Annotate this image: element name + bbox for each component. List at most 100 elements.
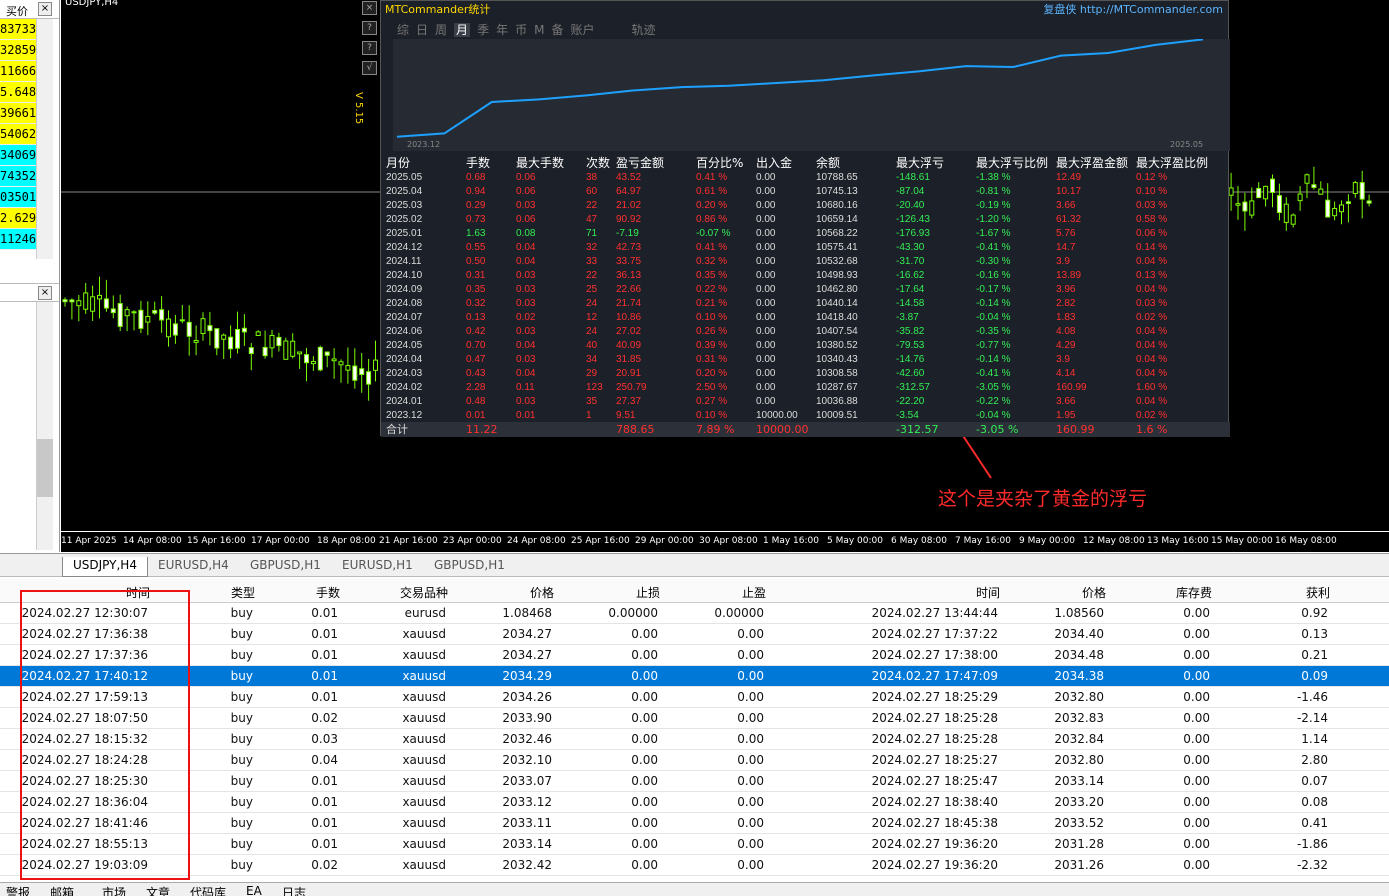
period-tab[interactable]: 年 — [496, 23, 508, 37]
stats-row[interactable]: 2025.05 0.68 0.06 38 43.52 0.41 % 0.00 10788.65… — [381, 171, 1230, 185]
terminal-tab[interactable]: 市场 — [102, 884, 126, 896]
stats-cell: 0.00 — [756, 382, 776, 393]
stats-row[interactable]: 2024.06 0.42 0.03 24 27.02 0.26 % 0.00 10407.54… — [381, 325, 1230, 339]
period-tab[interactable]: 周 — [435, 23, 447, 37]
stats-row[interactable]: 2025.04 0.94 0.06 60 64.97 0.61 % 0.00 10745.13… — [381, 185, 1230, 199]
navigator-scrollbar[interactable] — [36, 302, 53, 550]
close-icon[interactable]: × — [38, 286, 52, 300]
stats-row[interactable]: 2024.12 0.55 0.04 32 42.73 0.41 % 0.00 10575.41… — [381, 241, 1230, 255]
price-cell[interactable]: 2.629 — [0, 208, 36, 229]
price-cell[interactable]: 54062 — [0, 124, 36, 145]
stats-cell: 9.51 — [616, 410, 636, 421]
terminal-tab[interactable]: 文章 — [146, 884, 170, 896]
website-link[interactable]: 复盘侠 http://MTCommander.com — [1043, 1, 1223, 17]
stats-row[interactable]: 2025.01 1.63 0.08 71 -7.19 -0.07 % 0.00 10568.2… — [381, 227, 1230, 241]
price-cell[interactable]: 11666 — [0, 61, 36, 82]
trade-row[interactable]: 2024.02.27 12:30:07 buy 0.01 eurusd 1.08468 0… — [0, 603, 1389, 624]
confirm-button[interactable]: √ — [362, 61, 377, 75]
trade-column-header[interactable]: 时间 — [766, 584, 1000, 601]
time-axis-label: 30 Apr 08:00 — [699, 536, 758, 546]
terminal-tab[interactable]: EA — [246, 884, 262, 896]
stats-row[interactable]: 2024.03 0.43 0.04 29 20.91 0.20 % 0.00 10308.58… — [381, 367, 1230, 381]
period-tab[interactable]: 备 — [551, 23, 563, 37]
help-button[interactable]: ? — [362, 41, 377, 55]
chart-tab[interactable]: EURUSD,H4 — [148, 557, 239, 577]
price-cell[interactable]: 11246 — [0, 229, 36, 250]
trade-row[interactable]: 2024.02.27 18:24:28 buy 0.04 xauusd 2032.10 0… — [0, 750, 1389, 771]
stats-cell: 0.20 % — [696, 368, 728, 379]
stats-row[interactable]: 2023.12 0.01 0.01 1 9.51 0.10 % 10000.00 10009.… — [381, 409, 1230, 423]
trade-row[interactable]: 2024.02.27 17:37:36 buy 0.01 xauusd 2034.27 0… — [0, 645, 1389, 666]
period-tab[interactable]: 日 — [416, 23, 428, 37]
terminal-tab[interactable]: 警报 — [6, 884, 30, 896]
trade-row[interactable]: 2024.02.27 18:15:32 buy 0.03 xauusd 2032.46 0… — [0, 729, 1389, 750]
stats-row[interactable]: 2024.01 0.48 0.03 35 27.37 0.27 % 0.00 10036.88… — [381, 395, 1230, 409]
scrollbar-thumb[interactable] — [37, 439, 53, 497]
period-tab[interactable]: M — [534, 23, 544, 37]
trade-column-header[interactable]: 价格 — [448, 584, 554, 601]
period-tab[interactable]: 轨迹 — [632, 23, 656, 37]
trade-cell: 0.00 — [1183, 648, 1210, 662]
trade-row[interactable]: 2024.02.27 18:55:13 buy 0.01 xauusd 2033.14 0… — [0, 834, 1389, 855]
candle-body — [1311, 184, 1317, 188]
stats-cell: 42.73 — [616, 242, 642, 253]
stats-cell: 0.03 — [516, 270, 536, 281]
trade-column-header[interactable]: 获利 — [1212, 584, 1330, 601]
settings-button[interactable]: ? — [362, 21, 377, 35]
price-cell[interactable]: 5.648 — [0, 82, 36, 103]
stats-panel: MTCommander统计 复盘侠 http://MTCommander.com… — [380, 0, 1230, 437]
time-axis-label: 13 May 16:00 — [1147, 536, 1209, 546]
period-tab[interactable]: 综 — [397, 23, 409, 37]
price-cell[interactable]: 34069 — [0, 145, 36, 166]
price-cell[interactable]: 83733 — [0, 19, 36, 40]
chart-tab[interactable]: GBPUSD,H1 — [240, 557, 331, 577]
price-cell[interactable]: 03501 — [0, 187, 36, 208]
chart-tab[interactable]: GBPUSD,H1 — [424, 557, 515, 577]
close-icon[interactable]: × — [38, 2, 52, 16]
stats-row[interactable]: 2024.10 0.31 0.03 22 36.13 0.35 % 0.00 10498.93… — [381, 269, 1230, 283]
trade-cell: 2024.02.27 18:25:47 — [871, 774, 998, 788]
terminal-tab[interactable]: 代码库 — [190, 884, 226, 896]
price-cell[interactable]: 39661 — [0, 103, 36, 124]
trade-row[interactable]: 2024.02.27 18:36:04 buy 0.01 xauusd 2033.12 0… — [0, 792, 1389, 813]
stats-cell: -3.05 % — [976, 382, 1011, 393]
trade-row[interactable]: 2024.02.27 19:03:09 buy 0.02 xauusd 2032.42 0… — [0, 855, 1389, 876]
bid-column-header[interactable]: 买价 — [6, 3, 28, 19]
trade-column-header[interactable]: 手数 — [255, 584, 340, 601]
market-watch-scrollbar[interactable] — [36, 19, 53, 259]
trade-column-header[interactable]: 库存费 — [1106, 584, 1212, 601]
stats-row[interactable]: 2024.11 0.50 0.04 33 33.75 0.32 % 0.00 10532.68… — [381, 255, 1230, 269]
period-tab[interactable]: 币 — [515, 23, 527, 37]
trade-row[interactable]: 2024.02.27 18:41:46 buy 0.01 xauusd 2033.11 0… — [0, 813, 1389, 834]
stats-row[interactable]: 2025.03 0.29 0.03 22 21.02 0.20 % 0.00 10680.16… — [381, 199, 1230, 213]
period-tab[interactable]: 账户 — [570, 23, 594, 37]
candle-body — [248, 347, 254, 355]
stats-row[interactable]: 2024.02 2.28 0.11 123 250.79 2.50 % 0.00 10287.… — [381, 381, 1230, 395]
period-tab[interactable]: 月 — [454, 23, 471, 37]
stats-row[interactable]: 2024.05 0.70 0.04 40 40.09 0.39 % 0.00 10380.52… — [381, 339, 1230, 353]
price-cell[interactable]: 32859 — [0, 40, 36, 61]
chart-tab[interactable]: USDJPY,H4 — [62, 557, 148, 577]
terminal-tab[interactable]: 日志 — [282, 884, 306, 896]
trade-row[interactable]: 2024.02.27 17:59:13 buy 0.01 xauusd 2034.26 0… — [0, 687, 1389, 708]
trade-cell: 1.08560 — [1054, 606, 1104, 620]
trade-row[interactable]: 2024.02.27 17:40:12 buy 0.01 xauusd 2034.29 0… — [0, 666, 1389, 687]
trade-column-header[interactable]: 交易品种 — [340, 584, 448, 601]
trade-row[interactable]: 2024.02.27 18:07:50 buy 0.02 xauusd 2033.90 0… — [0, 708, 1389, 729]
close-panel-button[interactable]: × — [362, 1, 377, 15]
stats-row[interactable]: 2025.02 0.73 0.06 47 90.92 0.86 % 0.00 10659.14… — [381, 213, 1230, 227]
trade-column-header[interactable]: 止损 — [554, 584, 660, 601]
trade-cell: 0.00 — [631, 858, 658, 872]
terminal-tab[interactable]: 邮箱 — [50, 884, 74, 896]
chart-tab[interactable]: EURUSD,H1 — [332, 557, 423, 577]
trade-column-header[interactable]: 止盈 — [660, 584, 766, 601]
stats-row[interactable]: 2024.04 0.47 0.03 34 31.85 0.31 % 0.00 10340.43… — [381, 353, 1230, 367]
stats-row[interactable]: 2024.08 0.32 0.03 24 21.74 0.21 % 0.00 10440.14… — [381, 297, 1230, 311]
trade-row[interactable]: 2024.02.27 18:25:30 buy 0.01 xauusd 2033.07 0… — [0, 771, 1389, 792]
trade-column-header[interactable]: 价格 — [1000, 584, 1106, 601]
period-tab[interactable]: 季 — [477, 23, 489, 37]
stats-row[interactable]: 2024.09 0.35 0.03 25 22.66 0.22 % 0.00 10462.80… — [381, 283, 1230, 297]
stats-row[interactable]: 2024.07 0.13 0.02 12 10.86 0.10 % 0.00 10418.40… — [381, 311, 1230, 325]
trade-row[interactable]: 2024.02.27 17:36:38 buy 0.01 xauusd 2034.27 0… — [0, 624, 1389, 645]
price-cell[interactable]: 74352 — [0, 166, 36, 187]
